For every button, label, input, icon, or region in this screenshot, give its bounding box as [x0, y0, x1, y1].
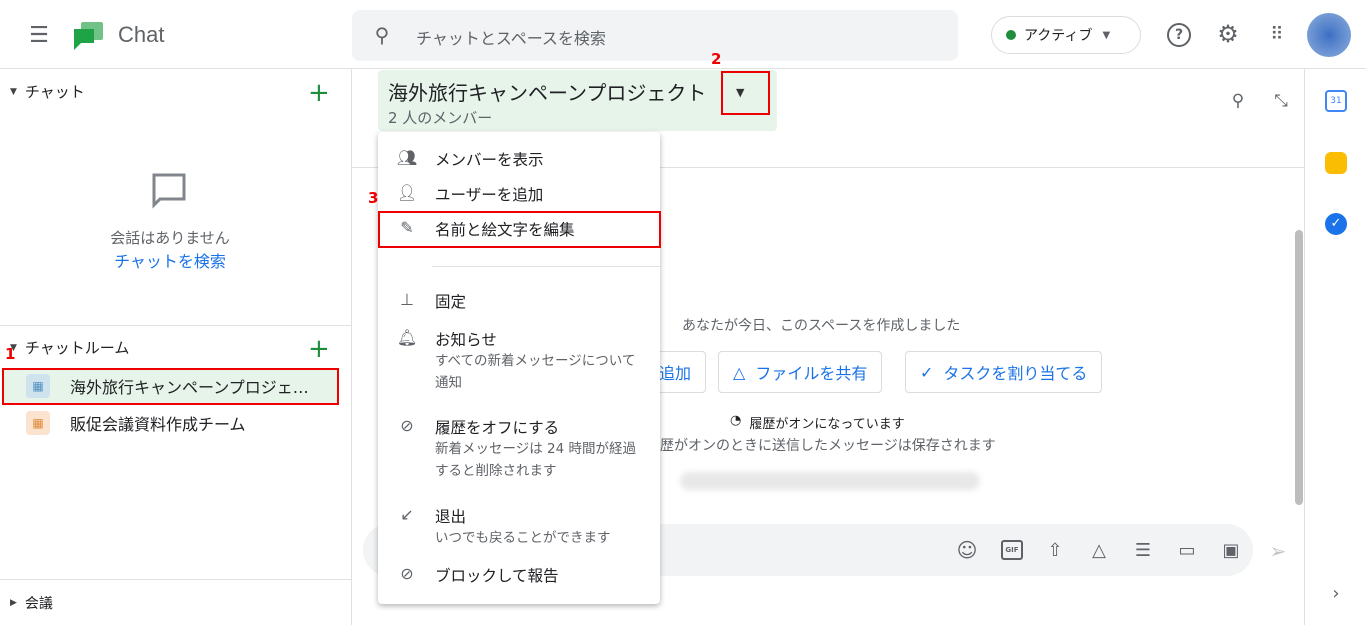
chat-bubble-icon [152, 173, 186, 209]
task-add-icon: ✓ [920, 362, 934, 382]
expand-panel-chevron-icon[interactable]: › [1326, 583, 1346, 604]
rail-divider [1304, 69, 1305, 625]
annotation-box-3 [378, 211, 661, 248]
menu-item-block-report[interactable]: ⊘ ブロックして報告 [378, 564, 660, 586]
tasks-icon[interactable]: ✓ [1325, 213, 1347, 235]
space-dropdown-menu: 👥︎ メンバーを表示 👤︎ ユーザーを追加 ✎ 名前と絵文字を編集 ⊥ 固定 🔔︎ お知ら… [378, 132, 660, 604]
menu-label: ブロックして報告 [435, 567, 559, 585]
annotation-box-1 [2, 368, 339, 405]
send-icon[interactable]: ➢ [1266, 539, 1290, 563]
emoji-icon[interactable]: ☺ [955, 538, 979, 562]
annotation-number-2: 2 [711, 50, 722, 68]
room-item[interactable]: ▦ 販促会議資料作成チーム [2, 405, 338, 441]
calendar-invite-icon[interactable]: ▣ [1219, 538, 1243, 562]
chip-label: ファイルを共有 [755, 364, 868, 383]
empty-text: 会話はありません [110, 229, 230, 247]
menu-item-leave[interactable]: ↙ 退出いつでも戻ることができます [378, 505, 660, 549]
keep-icon[interactable] [1325, 152, 1347, 174]
space-title: 海外旅行キャンペーンプロジェクト [388, 81, 707, 105]
menu-item-history-off[interactable]: ⊘ 履歴をオフにする新着メッセージは 24 時間が経過すると削除されます [378, 416, 660, 486]
new-room-plus-icon[interactable]: + [308, 336, 330, 362]
member-count: 2 人のメンバー [388, 109, 493, 127]
menu-sublabel: 新着メッセージは 24 時間が経過すると削除されます [435, 441, 636, 479]
chip-label: 追加 [658, 364, 691, 383]
scrollbar[interactable] [1295, 230, 1303, 505]
annotation-box-2 [721, 71, 770, 115]
blurred-message [680, 472, 980, 490]
created-text: あなたが今日、このスペースを作成しました [682, 318, 961, 334]
chat-section-header[interactable]: ▼ チャット [10, 81, 85, 102]
rooms-section-header[interactable]: ▼ チャットルーム [10, 337, 129, 358]
history-description: 歴がオンのときに送信したメッセージは保存されます [660, 438, 996, 454]
menu-label: 固定 [435, 293, 467, 311]
video-meeting-icon[interactable]: ▭ [1175, 538, 1199, 562]
menu-item-add-user[interactable]: 👤︎ ユーザーを追加 [378, 183, 660, 205]
chat-logo-icon [74, 22, 103, 50]
search-chat-link[interactable]: チャットを検索 [0, 248, 340, 272]
menu-sublabel: いつでも戻ることができます [435, 530, 611, 546]
history-on-text: 履歴がオンになっています [749, 417, 905, 432]
upload-icon[interactable]: ⇧ [1043, 538, 1067, 562]
annotation-number-3: 3 [368, 189, 379, 207]
menu-label: お知らせ [435, 331, 497, 349]
search-bar[interactable]: ⚲ チャットとスペースを検索 [352, 10, 958, 61]
hamburger-menu-icon[interactable]: ☰ [26, 22, 52, 48]
status-dropdown[interactable]: アクティブ ▼ [991, 16, 1141, 54]
annotation-number-1: 1 [5, 345, 16, 363]
menu-item-view-members[interactable]: 👥︎ メンバーを表示 [378, 148, 660, 170]
chat-section-label: チャット [24, 83, 85, 101]
new-chat-plus-icon[interactable]: + [308, 80, 330, 106]
chevron-down-icon: ▼ [1102, 29, 1111, 41]
apps-grid-icon[interactable]: ⠿ [1263, 21, 1289, 47]
gif-icon[interactable]: GIF [1001, 540, 1023, 560]
help-icon[interactable]: ? [1167, 23, 1191, 47]
assign-task-chip[interactable]: ✓ タスクを割り当てる [905, 351, 1103, 393]
status-dot-icon [1006, 30, 1016, 40]
drive-icon[interactable]: △ [1087, 538, 1111, 562]
create-doc-icon[interactable]: ☰ [1131, 538, 1155, 562]
add-person-icon: 👤︎ [396, 183, 418, 202]
exit-arrow-icon: ↙ [400, 505, 414, 524]
history-icon: ◔ [730, 413, 742, 428]
avatar[interactable] [1307, 13, 1351, 57]
room-icon: ▦ [26, 411, 50, 435]
settings-gear-icon[interactable]: ⚙ [1214, 20, 1242, 48]
menu-item-pin[interactable]: ⊥ 固定 [378, 290, 660, 312]
search-icon: ⚲ [374, 23, 390, 47]
app-name: Chat [118, 22, 165, 47]
block-icon: ⊘ [400, 564, 414, 583]
status-label: アクティブ [1024, 28, 1093, 44]
menu-label: ユーザーを追加 [435, 186, 544, 204]
history-off-icon: ⊘ [400, 416, 414, 435]
caret-right-icon: ▶ [10, 598, 17, 608]
menu-label: 退出 [435, 508, 467, 526]
caret-down-icon: ▼ [10, 86, 17, 97]
meetings-section-label: 会議 [24, 596, 53, 612]
menu-item-notifications[interactable]: 🔔︎ お知らせすべての新着メッセージについて通知 [378, 328, 660, 398]
search-in-space-icon[interactable]: ⚲ [1227, 90, 1249, 112]
share-file-chip[interactable]: △ ファイルを共有 [718, 351, 883, 393]
divider [0, 325, 351, 326]
search-input[interactable]: チャットとスペースを検索 [416, 25, 606, 49]
menu-sublabel: すべての新着メッセージについて通知 [435, 353, 636, 391]
collapse-icon[interactable]: ⤡ [1270, 90, 1292, 112]
calendar-icon[interactable]: 31 [1325, 90, 1347, 112]
people-icon: 👥︎ [396, 148, 418, 167]
drive-icon: △ [733, 362, 746, 382]
meetings-section-header[interactable]: ▶ 会議 [10, 593, 53, 613]
top-bar: ☰ Chat ⚲ チャットとスペースを検索 アクティブ ▼ ? ⚙ ⠿ [0, 0, 1366, 69]
pin-icon: ⊥ [400, 290, 414, 309]
sidebar: ▼ チャット + 会話はありません チャットを検索 ▼ チャットルーム + ▦ 海外… [0, 69, 352, 625]
menu-label: メンバーを表示 [435, 151, 544, 169]
history-status: ◔ 履歴がオンになっています [730, 413, 905, 432]
menu-divider [432, 266, 660, 267]
divider [0, 579, 351, 580]
bell-icon: 🔔︎ [396, 328, 418, 347]
space-header-button[interactable]: 海外旅行キャンペーンプロジェクト 2 人のメンバー ▼ [378, 70, 777, 131]
menu-label: 履歴をオフにする [435, 419, 560, 437]
room-name: 販促会議資料作成チーム [70, 415, 246, 434]
rooms-section-label: チャットルーム [24, 339, 130, 357]
chip-label: タスクを割り当てる [943, 364, 1088, 383]
